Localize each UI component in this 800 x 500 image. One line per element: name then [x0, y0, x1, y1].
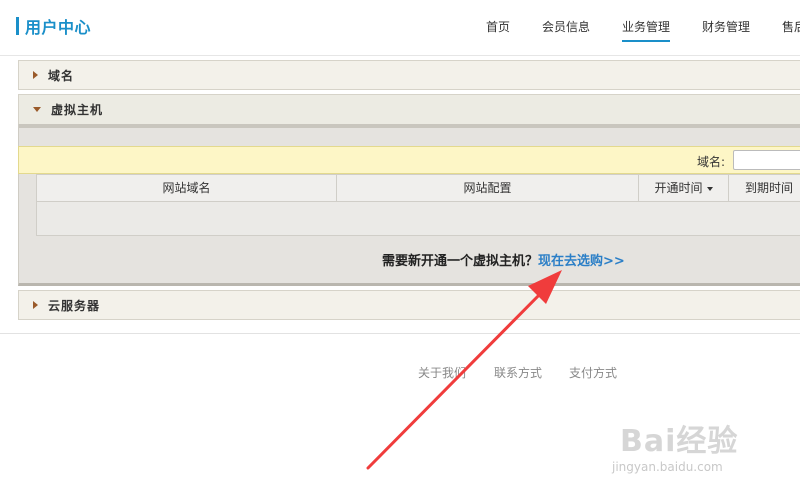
- purchase-question: 需要新开通一个虚拟主机？: [382, 254, 539, 269]
- triangle-right-icon: [33, 301, 38, 309]
- nav-item-finance[interactable]: 财务管理: [702, 18, 750, 35]
- panel-header-cloud-server[interactable]: 云服务器: [18, 290, 800, 320]
- main-nav: 首页 会员信息 业务管理 财务管理 售后: [0, 18, 800, 42]
- nav-item-aftersales[interactable]: 售后: [782, 18, 800, 35]
- watermark-brand: Bai经验: [620, 424, 739, 459]
- column-header-open-time[interactable]: 开通时间: [639, 175, 729, 202]
- nav-item-home[interactable]: 首页: [486, 18, 510, 35]
- footer-link-about[interactable]: 关于我们: [418, 364, 466, 381]
- nav-active-underline: [622, 40, 671, 42]
- panel-title-virtual-host: 虚拟主机: [51, 103, 104, 117]
- triangle-right-icon: [33, 71, 38, 79]
- column-header-site-config: 网站配置: [337, 175, 639, 202]
- footer-link-payment[interactable]: 支付方式: [569, 364, 617, 381]
- nav-item-member-info[interactable]: 会员信息: [542, 18, 590, 35]
- purchase-prompt: 需要新开通一个虚拟主机？现在去选购>>: [382, 250, 625, 269]
- nav-item-business-label: 业务管理: [622, 20, 671, 34]
- column-header-open-time-label: 开通时间: [654, 181, 703, 195]
- watermark-url: jingyan.baidu.com: [612, 460, 723, 474]
- panel-header-virtual-host[interactable]: 虚拟主机: [18, 94, 800, 125]
- nav-item-business[interactable]: 业务管理: [622, 18, 671, 42]
- top-header: 用户中心 首页 会员信息 业务管理 财务管理 售后: [0, 0, 800, 56]
- table-header: 网站域名 网站配置 开通时间 到期时间: [36, 174, 800, 202]
- panel-title-domain: 域名: [48, 68, 75, 83]
- panel-title-cloud-server: 云服务器: [48, 298, 101, 313]
- panel-body-shade: [19, 124, 800, 128]
- watermark: Bai经验 jingyan.baidu.com: [606, 414, 796, 484]
- column-header-site-domain: 网站域名: [37, 175, 337, 202]
- footer-link-contact[interactable]: 联系方式: [494, 364, 542, 381]
- column-header-expire-time: 到期时间: [744, 181, 793, 195]
- table-empty-body: [36, 202, 800, 236]
- footer-divider: [0, 333, 800, 334]
- domain-search-input[interactable]: [733, 150, 800, 170]
- sort-caret-down-icon: [706, 186, 713, 191]
- search-row: 域名:: [18, 146, 800, 174]
- buy-now-link[interactable]: 现在去选购>>: [538, 254, 625, 269]
- search-label: 域名:: [697, 155, 726, 169]
- triangle-down-icon: [33, 107, 41, 112]
- panel-header-domain[interactable]: 域名: [18, 60, 800, 90]
